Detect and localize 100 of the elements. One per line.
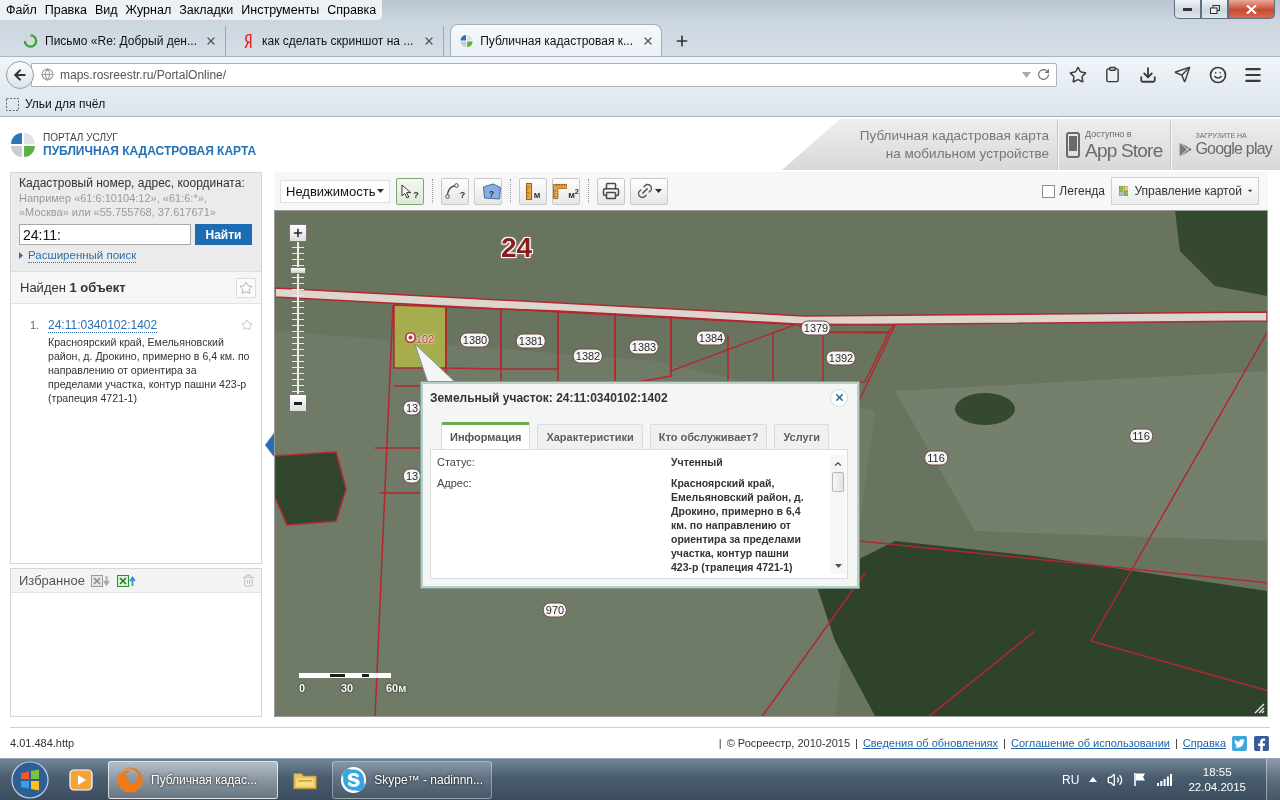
spreadsheet-export-icon: [90, 573, 111, 588]
loading-spinner-icon: [23, 33, 38, 49]
app-store-badge[interactable]: Доступно в App Store: [1057, 119, 1171, 170]
show-desktop-button[interactable]: [1266, 758, 1280, 800]
map-control-button[interactable]: Управление картой: [1111, 177, 1259, 205]
portal-name: ПОРТАЛ УСЛУГ: [43, 130, 119, 144]
info-value: Красноярский край, Емельяновский район, д. Дрокино, примерно в 6,4 км. по направлению от ориентира за пределами участка, контур пашни 423-р (трапеция 4721-1): [671, 476, 805, 574]
show-hidden-icons-button[interactable]: [1089, 777, 1098, 782]
resize-grip-icon[interactable]: [1254, 703, 1265, 714]
legend-label[interactable]: Легенда: [1059, 184, 1105, 198]
result-number: 1.: [30, 318, 41, 333]
paper-plane-icon: [1174, 66, 1191, 83]
parcel-outline[interactable]: [500, 308, 559, 370]
popup-tab[interactable]: Информация: [441, 422, 531, 449]
menu-item[interactable]: Справка: [323, 0, 381, 20]
select-tool-button[interactable]: ?: [396, 177, 424, 205]
measure-length-tool-button[interactable]: м: [519, 177, 547, 205]
version-text: 4.01.484.http: [10, 737, 75, 749]
star-icon: [1068, 65, 1087, 84]
triangle-icon: [19, 252, 23, 259]
popup-tab[interactable]: Кто обслуживает?: [649, 424, 768, 449]
minimize-icon: [1183, 7, 1192, 11]
smiley-icon: [1208, 65, 1227, 84]
grid-icon: [1119, 183, 1129, 199]
site-title: ПУБЛИЧНАЯ КАДАСТРОВАЯ КАРТА: [43, 143, 257, 159]
close-button[interactable]: [830, 388, 848, 407]
scrollbar-thumb[interactable]: [832, 472, 844, 492]
link-tool-button[interactable]: [630, 177, 668, 205]
area-query-tool-button[interactable]: ?: [474, 177, 502, 205]
menu-item[interactable]: Журнал: [121, 0, 176, 20]
import-button[interactable]: [116, 573, 137, 588]
popup-tab[interactable]: Услуги: [774, 424, 829, 449]
layer-select[interactable]: Недвижимость: [280, 179, 390, 203]
bookmark-item[interactable]: Ульи для пчёл: [4, 97, 108, 111]
menu-item[interactable]: Правка: [40, 0, 91, 20]
play-triangle-icon: [1179, 142, 1193, 156]
back-button[interactable]: [6, 60, 34, 89]
signal-bars-icon[interactable]: [1157, 773, 1173, 786]
clock[interactable]: 18:55 22.04.2015: [1188, 764, 1246, 795]
star-icon: [239, 280, 253, 295]
result-address: Красноярский край, Емельяновский район, д. Дрокино, примерно в 6,4 км. по направлению от ориентира за пределами участка, контур пашни 423-р (трапеция 4721-1): [48, 335, 251, 405]
footer-link[interactable]: Соглашение об использовании: [1010, 737, 1170, 749]
results-heading: Найден 1 объект: [20, 280, 126, 295]
collapse-panel-handle[interactable]: [265, 432, 274, 457]
skype-taskbar-button[interactable]: Skype™ - nadinnn...: [332, 760, 492, 799]
close-window-button[interactable]: [1228, 0, 1275, 19]
measure-area-tool-button[interactable]: м$^{2}$: [552, 177, 580, 205]
footer-link[interactable]: Сведения об обновлениях: [862, 737, 999, 749]
scale-label: 0: [299, 682, 307, 694]
export-button[interactable]: [90, 573, 111, 588]
restore-button[interactable]: [1201, 0, 1228, 19]
caret-icon: [377, 189, 384, 193]
footer-link[interactable]: Справка: [1182, 737, 1226, 749]
boundary-line: [772, 332, 774, 383]
scrollbar[interactable]: [830, 455, 846, 574]
search-field[interactable]: 24:11:: [19, 224, 191, 245]
skype-logo-icon: [341, 766, 367, 793]
caret-icon: [1247, 189, 1252, 193]
parcel-outline[interactable]: [670, 316, 798, 373]
flag-icon[interactable]: [1133, 772, 1148, 787]
download-icon: [1138, 65, 1157, 84]
legend-checkbox[interactable]: [1042, 184, 1056, 198]
popup-tab[interactable]: Характеристики: [537, 424, 643, 449]
corner-ruler-icon: [553, 182, 568, 200]
zoom-slider-thumb[interactable]: [290, 267, 306, 274]
menu-item[interactable]: Вид: [90, 0, 122, 20]
language-indicator[interactable]: RU: [1062, 772, 1080, 787]
address-field[interactable]: maps.rosreestr.ru/PortalOnline/: [31, 62, 1057, 87]
twitter-link[interactable]: [1231, 734, 1248, 752]
scroll-down-icon[interactable]: [834, 564, 842, 568]
print-tool-button[interactable]: [597, 177, 625, 205]
route-query-tool-button[interactable]: ?: [441, 177, 469, 205]
facebook-link[interactable]: [1253, 734, 1270, 752]
reload-icon: [1037, 68, 1050, 81]
advanced-search-link[interactable]: Расширенный поиск: [19, 248, 137, 263]
browser-tab[interactable]: Публичная кадастровая к...: [450, 24, 662, 56]
curve-icon: [444, 183, 459, 199]
find-button[interactable]: Найти: [195, 224, 252, 245]
trash-icon: [242, 574, 255, 587]
zoom-out-button[interactable]: [289, 394, 307, 412]
volume-icon[interactable]: [1107, 771, 1124, 788]
zoom-in-button[interactable]: [289, 224, 307, 242]
menu-item[interactable]: Файл: [2, 0, 41, 20]
close-icon: [423, 35, 435, 47]
menu-item[interactable]: Инструменты: [237, 0, 324, 20]
parcel-outline[interactable]: [445, 306, 502, 370]
cadastral-number-link[interactable]: 24:11:0340102:1402: [48, 318, 158, 333]
firefox-logo-icon: [117, 766, 143, 793]
close-icon: [1246, 4, 1257, 14]
plus-icon: [674, 33, 690, 49]
close-icon: [833, 392, 845, 403]
menu-item[interactable]: Закладки: [175, 0, 238, 20]
mobile-promo-text: Публичная кадастровая карта на мобильном устройстве: [859, 126, 1051, 163]
scroll-up-icon[interactable]: [833, 459, 843, 469]
minimize-button[interactable]: [1174, 0, 1201, 19]
boundary-line: [727, 334, 729, 383]
restore-icon: [1209, 4, 1220, 14]
start-button[interactable]: [8, 759, 52, 800]
district-number: 24: [501, 233, 533, 263]
map-view[interactable]: [274, 210, 1268, 717]
